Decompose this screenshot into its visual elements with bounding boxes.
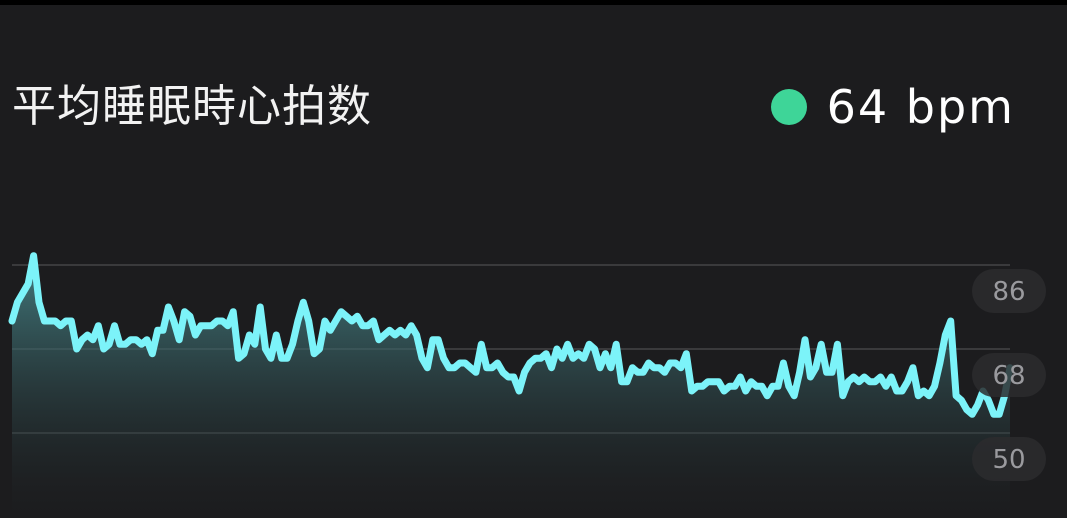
y-tick-86: 86	[972, 269, 1046, 313]
y-axis-ticks: 86 68 50	[972, 269, 1046, 481]
tick-label: 86	[992, 277, 1025, 307]
area-fill-layer	[12, 255, 1010, 518]
heart-rate-chart: 86 68 50	[8, 252, 1046, 518]
sleep-heart-rate-card: 平均睡眠時心拍数 64 bpm 86 68 50	[0, 5, 1067, 518]
y-tick-50: 50	[972, 437, 1046, 481]
tick-label: 50	[992, 445, 1025, 475]
tick-label: 68	[992, 361, 1025, 391]
area-fill	[12, 255, 1010, 518]
y-tick-68: 68	[972, 353, 1046, 397]
